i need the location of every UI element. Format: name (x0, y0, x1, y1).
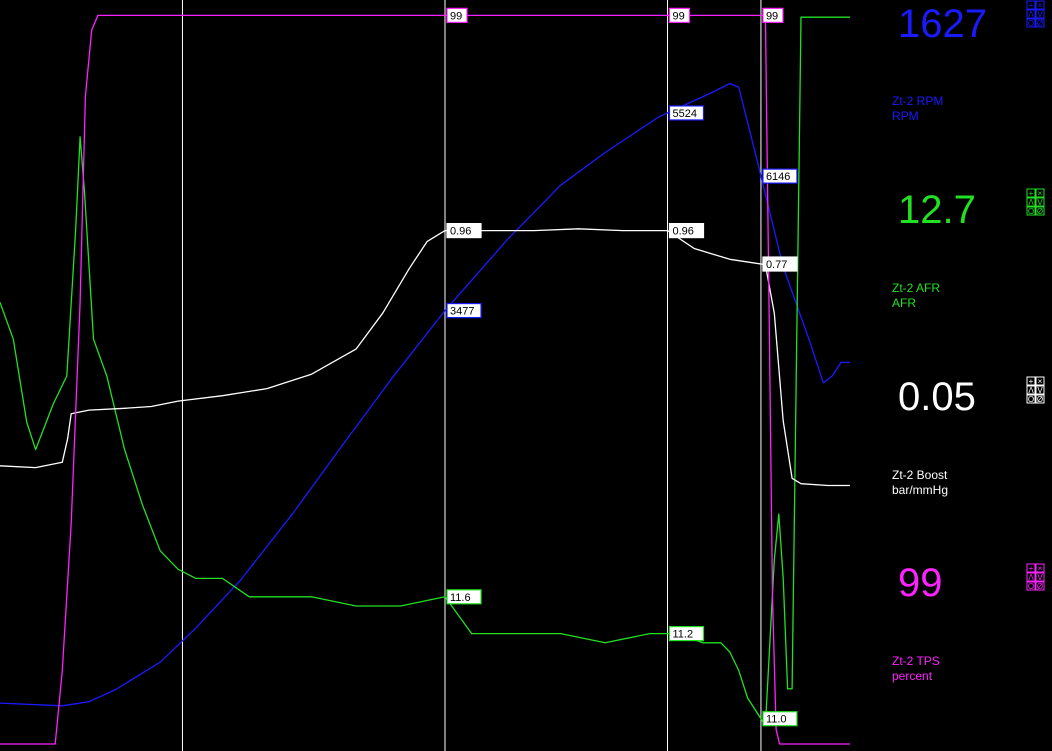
zoom-control-glyph: Λ (1028, 573, 1034, 582)
zoom-control-glyph: + (1029, 377, 1034, 386)
cursor-3-boost-label-text: 0.96 (673, 226, 694, 238)
zoom-control-glyph: × (1038, 1, 1043, 10)
cursor-2-tps-label: 99 (446, 7, 468, 23)
cursor-3-rpm-label-text: 5524 (673, 108, 697, 120)
cursor-4-afr-label: 11.0 (762, 711, 798, 727)
zoom-controls-glyphs[interactable]: + × Λ VO Ø (1026, 376, 1046, 406)
zoom-control-glyph: Λ (1028, 386, 1034, 395)
cursor-3-boost-label: 0.96 (668, 222, 705, 239)
cursor-4-tps-label: 99 (762, 7, 784, 23)
zoom-controls-glyphs[interactable]: + × Λ VO Ø (1026, 188, 1046, 218)
rpm-current-value: 1627 (898, 2, 987, 46)
cursor-3-rpm-label: 5524 (668, 105, 705, 121)
tps-channel-unit: percent (892, 669, 933, 683)
rpm-channel-unit: RPM (892, 109, 919, 123)
afr-channel-unit: AFR (892, 296, 916, 310)
afr-current-value: 12.7 (898, 188, 976, 232)
zoom-control-glyph: V (1037, 198, 1043, 207)
cursor-4-afr-label-text: 11.0 (766, 714, 787, 726)
zoom-control-glyph: × (1038, 189, 1043, 198)
zoom-control-glyph: Λ (1028, 198, 1034, 207)
cursor-4-boost-label-text: 0.77 (766, 259, 787, 271)
zoom-control-glyph: Ø (1037, 19, 1043, 28)
rpm-zoom-controls-icon[interactable]: + × Λ V O Ø (1026, 0, 1046, 30)
afr-zoom-controls-icon[interactable]: + × Λ V O Ø (1026, 188, 1046, 218)
zoom-control-glyph: O (1028, 19, 1034, 28)
cursor-4-boost-label: 0.77 (762, 256, 798, 272)
zoom-control-glyph: O (1028, 207, 1034, 216)
zoom-control-glyph: + (1029, 189, 1034, 198)
zoom-control-glyph: × (1038, 564, 1043, 573)
tps-current-value: 99 (898, 561, 943, 605)
log-chart[interactable]: 3477 11.6 0.96 99 5524 11.2 0.96 99 6146 11.0 0.77… (0, 0, 890, 751)
zoom-control-glyph: O (1028, 395, 1034, 404)
cursor-2-tps-label-text: 99 (450, 10, 462, 22)
cursor-2-afr-label: 11.6 (446, 589, 482, 605)
cursor-2-rpm-label: 3477 (446, 302, 482, 319)
cursor-2-rpm-label-text: 3477 (450, 306, 474, 318)
cursor-3-afr-label: 11.2 (668, 625, 705, 642)
channel-panel: 1627 Zt-2 RPM RPM + × Λ V O Ø 12.7 Zt-2 AFR A… (890, 0, 1052, 751)
zoom-control-glyph: + (1029, 564, 1034, 573)
zoom-control-glyph: Ø (1037, 207, 1043, 216)
cursor-4-rpm-label: 6146 (762, 168, 798, 184)
rpm-channel-name: Zt-2 RPM (892, 94, 944, 108)
cursor-3-tps-label-text: 99 (673, 10, 685, 22)
boost-zoom-controls-icon[interactable]: + × Λ V O Ø (1026, 376, 1046, 406)
afr-channel-name: Zt-2 AFR (892, 281, 941, 295)
zoom-control-glyph: + (1029, 1, 1034, 10)
cursor-3-tps-label: 99 (668, 7, 691, 23)
cursor-4-rpm-label-text: 6146 (766, 171, 790, 183)
boost-channel-unit: bar/mmHg (892, 483, 949, 497)
zoom-controls-glyphs[interactable]: + × Λ VO Ø (1026, 563, 1046, 593)
cursor-2-boost-label-text: 0.96 (450, 226, 471, 238)
zoom-control-glyph: V (1037, 386, 1043, 395)
cursor-2-afr-label-text: 11.6 (450, 592, 471, 604)
zoom-controls-glyphs[interactable]: + × Λ VO Ø (1026, 0, 1046, 30)
zoom-control-glyph: V (1037, 10, 1043, 19)
zoom-control-glyph: × (1038, 377, 1043, 386)
boost-current-value: 0.05 (898, 375, 976, 419)
zoom-control-glyph: V (1037, 573, 1043, 582)
cursor-2-boost-label: 0.96 (446, 222, 482, 239)
boost-channel-name: Zt-2 Boost (892, 468, 948, 482)
zoom-control-glyph: Ø (1037, 395, 1043, 404)
zoom-control-glyph: Ø (1037, 582, 1043, 591)
tps-zoom-controls-icon[interactable]: + × Λ V O Ø (1026, 563, 1046, 593)
cursor-3-afr-label-text: 11.2 (673, 629, 694, 641)
zoom-control-glyph: Λ (1028, 10, 1034, 19)
tps-channel-name: Zt-2 TPS (892, 654, 940, 668)
zoom-control-glyph: O (1028, 582, 1034, 591)
cursor-4-tps-label-text: 99 (766, 10, 778, 22)
